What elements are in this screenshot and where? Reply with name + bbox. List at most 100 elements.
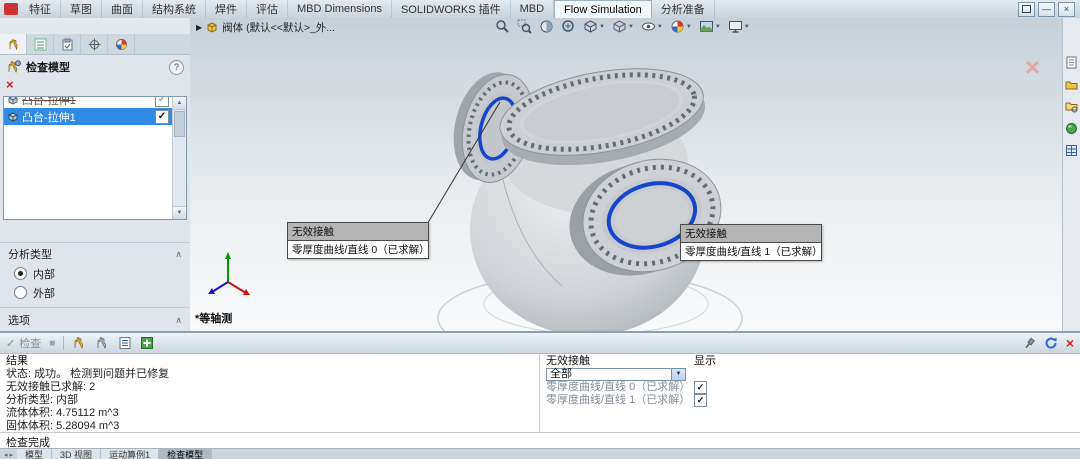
refresh-icon[interactable] — [1044, 336, 1058, 350]
ribbon-tab-label: MBD — [520, 3, 544, 15]
document-tab-bar: ◂ ▸ 模型 3D 视图 运动算例1 检查模型 — [0, 448, 1080, 459]
view-orientation-icon[interactable]: ▼ — [583, 19, 605, 34]
hide-show-items-icon[interactable]: ▼ — [641, 19, 663, 34]
section-view-icon[interactable] — [539, 19, 554, 34]
zoom-area-icon[interactable] — [517, 19, 532, 34]
tab-property-manager[interactable] — [54, 34, 81, 54]
ribbon-tab-label: 分析准备 — [661, 1, 705, 17]
results-header: 结果 — [6, 355, 533, 368]
restore-window-icon[interactable] — [1018, 2, 1035, 17]
tab-scroll-arrows[interactable]: ◂ ▸ — [0, 449, 17, 459]
status-message: 检查完成 — [0, 432, 1080, 448]
tree-item-label: 凸台-拉伸1 — [22, 97, 76, 108]
analysis-type-label: 分析类型 — [8, 246, 52, 262]
scroll-thumb[interactable] — [174, 111, 185, 137]
tab-label: 运动算例1 — [109, 448, 150, 459]
graphics-area[interactable]: ▶ 阀体 (默认<<默认>_外... ▼ ▼ ▼ ▼ ▼ ▼ × 无效接触 零厚… — [190, 18, 1062, 331]
pin-panel-icon[interactable] — [1023, 337, 1036, 350]
ribbon-tab-weldments[interactable]: 焊件 — [206, 0, 247, 18]
radio-external[interactable]: 外部 — [0, 283, 190, 302]
close-glyph: × — [1064, 5, 1069, 14]
tab-check-model[interactable]: 检查模型 — [159, 449, 212, 459]
valve-body-model[interactable] — [190, 18, 1062, 331]
tab-label: 模型 — [25, 448, 43, 459]
show-solid-volume-icon[interactable] — [95, 336, 110, 350]
callout-body: 零厚度曲线/直线 0（已求解） — [288, 241, 428, 258]
tab-model[interactable]: 模型 — [17, 449, 52, 459]
contact-filter-select[interactable]: 全部 ▼ — [546, 368, 686, 381]
ribbon-tab-addins[interactable]: SOLIDWORKS 插件 — [392, 0, 511, 18]
cancel-command-icon[interactable]: × — [1025, 54, 1040, 80]
tab-dimxpert[interactable] — [81, 34, 108, 54]
show-contact-checkbox-1[interactable]: ✓ — [694, 394, 707, 407]
ribbon-tab-label: 结构系统 — [152, 1, 196, 17]
options-section[interactable]: 选项 ∧ — [0, 307, 190, 331]
tree-row-selected[interactable]: 凸台-拉伸1 ✓ — [4, 108, 173, 125]
check-glyph: ✓ — [158, 112, 166, 122]
stop-button[interactable]: ■ — [49, 338, 55, 349]
result-line: 流体体积: 4.75112 m^3 — [6, 407, 533, 420]
tab-display-manager[interactable] — [108, 34, 135, 54]
radio-button[interactable] — [14, 286, 27, 299]
tab-3d-views[interactable]: 3D 视图 — [52, 449, 101, 459]
add-item-icon[interactable] — [140, 336, 154, 350]
tab-feature-manager[interactable] — [27, 34, 54, 54]
close-panel-icon[interactable]: × — [1066, 336, 1074, 350]
custom-properties-icon[interactable] — [1065, 144, 1078, 157]
body-checkbox[interactable]: ✓ — [155, 97, 169, 107]
flyout-tree-arrow-icon[interactable]: ▶ — [190, 23, 206, 32]
ribbon-tab-mbd[interactable]: MBD — [511, 0, 554, 18]
edit-appearance-icon[interactable]: ▼ — [670, 19, 692, 34]
scroll-up-icon[interactable]: ▲ — [173, 97, 186, 110]
help-icon[interactable]: ? — [169, 60, 184, 75]
file-explorer-icon[interactable] — [1065, 100, 1078, 113]
ribbon-tab-mbd-dimensions[interactable]: MBD Dimensions — [288, 0, 392, 18]
ribbon-tab-flow-simulation[interactable]: Flow Simulation — [554, 0, 652, 18]
body-checkbox[interactable]: ✓ — [155, 110, 169, 124]
tree-row[interactable]: 凸台-拉伸1 ✓ — [4, 97, 173, 108]
ribbon-tab-sketch[interactable]: 草图 — [61, 0, 102, 18]
task-pane-home-icon[interactable] — [1065, 56, 1078, 69]
ribbon-tab-evaluate[interactable]: 评估 — [247, 0, 288, 18]
check-button[interactable]: ✓ 检查 — [6, 335, 41, 351]
scroll-down-icon[interactable]: ▼ — [173, 206, 186, 219]
tab-prev-icon[interactable]: ◂ — [4, 451, 8, 459]
crosshair-icon — [88, 38, 101, 51]
display-style-icon[interactable]: ▼ — [612, 19, 634, 34]
ribbon-tab-analysis-prep[interactable]: 分析准备 — [652, 0, 715, 18]
callout-title: 无效接触 — [288, 223, 428, 241]
ribbon-tab-structure-system[interactable]: 结构系统 — [143, 0, 206, 18]
ribbon-tab-features[interactable]: 特征 — [20, 0, 61, 18]
close-window-icon[interactable]: × — [1058, 2, 1075, 17]
callout-title: 无效接触 — [681, 225, 821, 243]
dropdown-arrow-icon: ▼ — [628, 24, 634, 30]
ribbon-tab-surfaces[interactable]: 曲面 — [102, 0, 143, 18]
dropdown-arrow-icon[interactable]: ▼ — [671, 369, 685, 380]
appearances-icon[interactable] — [1065, 122, 1078, 135]
breadcrumb[interactable]: 阀体 (默认<<默认>_外... — [206, 20, 335, 35]
clipboard-icon — [61, 38, 74, 51]
zoom-fit-icon[interactable] — [495, 19, 510, 34]
panel-close-icon[interactable]: × — [6, 77, 14, 92]
orientation-triad — [208, 252, 250, 295]
magnified-selection-icon[interactable] — [561, 19, 576, 34]
ribbon-tab-label: SOLIDWORKS 插件 — [401, 1, 501, 17]
radio-button[interactable] — [14, 267, 27, 280]
tree-scrollbar[interactable]: ▲ ▼ — [172, 97, 186, 219]
radio-internal[interactable]: 内部 — [0, 264, 190, 283]
check-glyph: ✓ — [697, 396, 705, 405]
view-settings-icon[interactable]: ▼ — [728, 19, 750, 34]
tab-motion-study[interactable]: 运动算例1 — [101, 449, 159, 459]
minimize-window-icon[interactable]: — — [1038, 2, 1055, 17]
report-list-icon[interactable] — [118, 336, 132, 350]
extrude-body-icon — [8, 112, 18, 122]
show-contact-checkbox-0[interactable]: ✓ — [694, 381, 707, 394]
hand-icon — [7, 38, 20, 51]
tab-flow-analysis-tree[interactable] — [0, 34, 27, 54]
result-line: 无效接触已求解: 2 — [6, 381, 533, 394]
show-fluid-volume-icon[interactable] — [72, 336, 87, 350]
design-library-icon[interactable] — [1065, 78, 1078, 91]
apply-scene-icon[interactable]: ▼ — [699, 19, 721, 34]
analysis-type-section[interactable]: 分析类型 ∧ — [0, 242, 190, 264]
tab-next-icon[interactable]: ▸ — [10, 451, 14, 459]
